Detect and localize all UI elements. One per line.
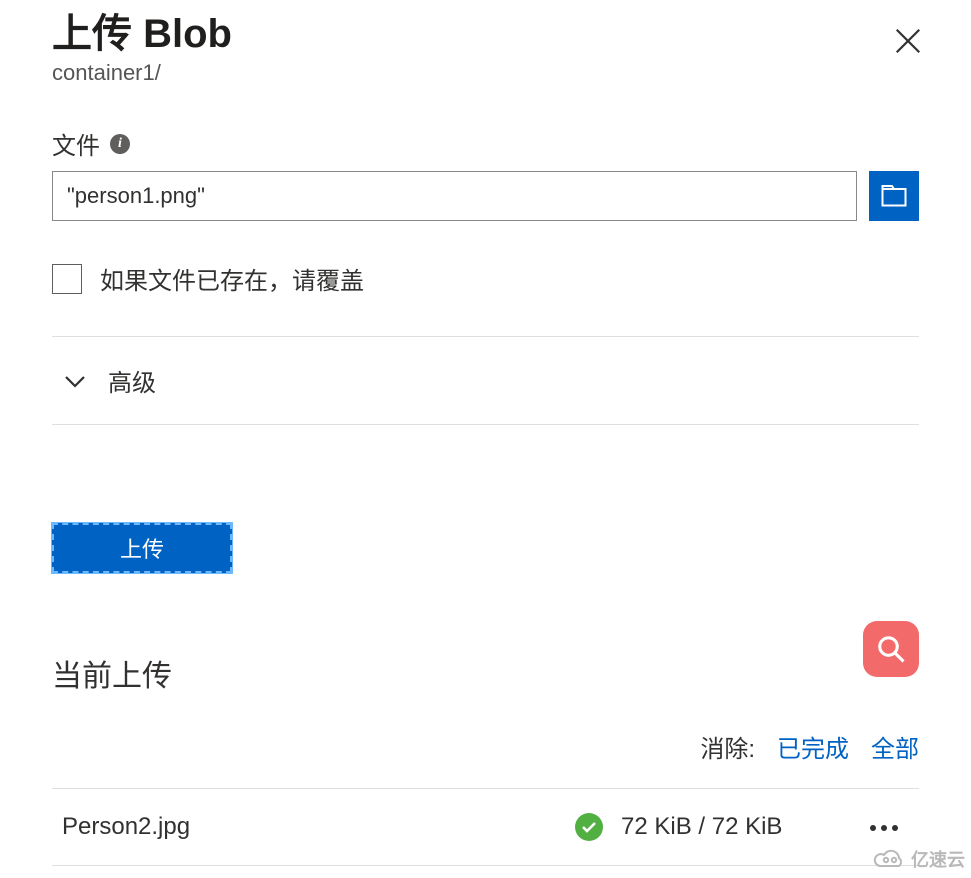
upload-item-name: Person2.jpg: [62, 813, 557, 841]
search-button[interactable]: [863, 621, 919, 677]
advanced-label: 高级: [108, 363, 156, 398]
close-button[interactable]: [887, 20, 929, 65]
success-icon: [575, 813, 603, 841]
upload-item-row: Person2.jpg 72 KiB / 72 KiB: [52, 789, 919, 866]
upload-item-size: 72 KiB / 72 KiB: [621, 813, 841, 841]
blade-title: 上传 Blob: [52, 10, 232, 58]
chevron-down-icon: [64, 374, 86, 388]
cloud-icon: [873, 848, 907, 870]
overwrite-checkbox[interactable]: [52, 264, 82, 294]
folder-open-icon: [881, 185, 907, 207]
upload-button[interactable]: 上传: [52, 523, 232, 573]
advanced-expander[interactable]: 高级: [52, 337, 919, 425]
dismiss-label: 消除:: [700, 729, 755, 764]
file-input[interactable]: [52, 171, 857, 221]
dismiss-all-link[interactable]: 全部: [871, 729, 919, 764]
ellipsis-icon: [869, 824, 899, 832]
upload-button-label: 上传: [120, 532, 164, 564]
current-uploads-title: 当前上传: [52, 651, 919, 695]
file-field-label: 文件: [52, 126, 100, 161]
watermark: 亿速云: [873, 846, 965, 872]
dismiss-completed-link[interactable]: 已完成: [777, 729, 849, 764]
search-icon: [876, 634, 906, 664]
close-icon: [893, 26, 923, 56]
info-icon[interactable]: i: [110, 134, 130, 154]
browse-button[interactable]: [869, 171, 919, 221]
container-path: container1/: [52, 60, 232, 86]
overwrite-label[interactable]: 如果文件已存在，请覆盖: [100, 261, 364, 296]
watermark-text: 亿速云: [911, 846, 965, 872]
upload-item-more-button[interactable]: [859, 814, 909, 841]
